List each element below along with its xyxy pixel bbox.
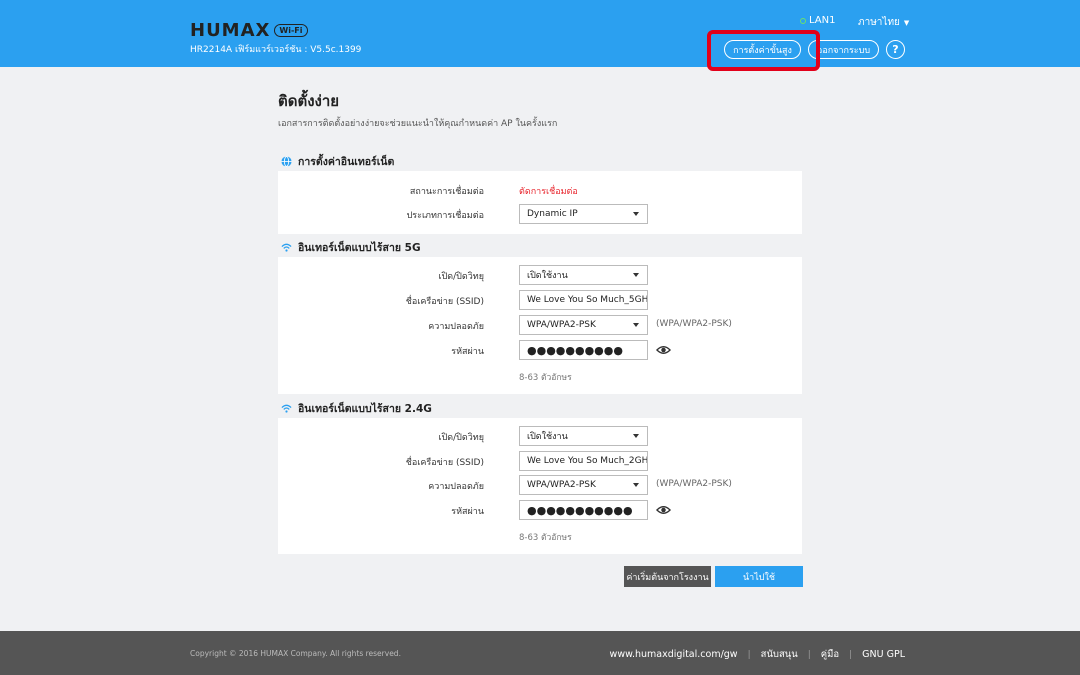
security-5g-label: ความปลอดภัย bbox=[428, 322, 484, 332]
factory-reset-button[interactable]: ค่าเริ่มต้นจากโรงงาน bbox=[624, 566, 711, 587]
password-24g-row: รหัสผ่าน ●●●●●●●●●●● bbox=[278, 500, 802, 520]
section-24g-label: อินเทอร์เน็ตแบบไร้สาย 2.4G bbox=[298, 403, 432, 415]
dropdown-arrow-icon bbox=[633, 483, 639, 487]
ssid-24g-input[interactable]: We Love You So Much_2GHz bbox=[519, 451, 648, 471]
wifi-5g-panel: เปิด/ปิดวิทยุ เปิดใช้งาน ชื่อเครือข่าย (… bbox=[278, 257, 802, 394]
humax-logo: HUMAX Wi-Fi bbox=[190, 20, 308, 41]
ssid-5g-row: ชื่อเครือข่าย (SSID) We Love You So Much… bbox=[278, 290, 802, 310]
dropdown-arrow-icon bbox=[633, 273, 639, 277]
security-24g-hint: (WPA/WPA2-PSK) bbox=[656, 479, 732, 489]
security-5g-value: WPA/WPA2-PSK bbox=[527, 320, 596, 330]
connection-status-value: ตัดการเชื่อมต่อ bbox=[519, 187, 578, 197]
section-24g-title: อินเทอร์เน็ตแบบไร้สาย 2.4G bbox=[281, 400, 432, 417]
internet-panel: สถานะการเชื่อมต่อ ตัดการเชื่อมต่อ ประเภท… bbox=[278, 171, 802, 234]
password-5g-note: 8-63 ตัวอักษร bbox=[519, 373, 572, 383]
page-description: เอกสารการติดตั้งอย่างง่ายจะช่วยแนะนำให้ค… bbox=[278, 119, 558, 129]
dropdown-arrow-icon bbox=[633, 323, 639, 327]
manual-link[interactable]: คู่มือ bbox=[821, 647, 839, 662]
radio-24g-row: เปิด/ปิดวิทยุ เปิดใช้งาน bbox=[278, 426, 802, 446]
radio-5g-row: เปิด/ปิดวิทยุ เปิดใช้งาน bbox=[278, 265, 802, 285]
connection-status-label: สถานะการเชื่อมต่อ bbox=[409, 187, 484, 197]
ssid-24g-label: ชื่อเครือข่าย (SSID) bbox=[405, 458, 484, 468]
wifi-icon bbox=[281, 243, 292, 252]
security-5g-select[interactable]: WPA/WPA2-PSK bbox=[519, 315, 648, 335]
footer-links: www.humaxdigital.com/gw | สนับสนุน | คู่… bbox=[610, 647, 905, 662]
password-24g-value: ●●●●●●●●●●● bbox=[527, 503, 633, 517]
lan-status-label: LAN1 bbox=[809, 15, 836, 26]
security-24g-select[interactable]: WPA/WPA2-PSK bbox=[519, 475, 648, 495]
brand-text: HUMAX bbox=[190, 20, 271, 41]
ssid-24g-row: ชื่อเครือข่าย (SSID) We Love You So Much… bbox=[278, 451, 802, 471]
connection-type-row: ประเภทการเชื่อมต่อ Dynamic IP bbox=[278, 204, 802, 224]
section-internet-title: การตั้งค่าอินเทอร์เน็ต bbox=[281, 153, 394, 170]
footer: Copyright © 2016 HUMAX Company. All righ… bbox=[0, 631, 1080, 675]
divider: | bbox=[747, 649, 751, 660]
password-5g-input[interactable]: ●●●●●●●●●● bbox=[519, 340, 648, 360]
section-5g-title: อินเทอร์เน็ตแบบไร้สาย 5G bbox=[281, 239, 421, 256]
radio-24g-value: เปิดใช้งาน bbox=[527, 432, 568, 442]
chevron-down-icon: ▼ bbox=[903, 18, 910, 27]
gpl-link[interactable]: GNU GPL bbox=[862, 649, 905, 660]
lan-status-icon bbox=[800, 17, 806, 24]
section-internet-label: การตั้งค่าอินเทอร์เน็ต bbox=[298, 156, 395, 168]
wifi-24g-panel: เปิด/ปิดวิทยุ เปิดใช้งาน ชื่อเครือข่าย (… bbox=[278, 418, 802, 554]
radio-5g-value: เปิดใช้งาน bbox=[527, 271, 568, 281]
radio-24g-label: เปิด/ปิดวิทยุ bbox=[438, 433, 484, 443]
radio-24g-select[interactable]: เปิดใช้งาน bbox=[519, 426, 648, 446]
ssid-5g-value: We Love You So Much_5GHz bbox=[527, 295, 648, 305]
globe-icon bbox=[281, 156, 292, 167]
security-5g-row: ความปลอดภัย WPA/WPA2-PSK (WPA/WPA2-PSK) bbox=[278, 315, 802, 335]
security-24g-row: ความปลอดภัย WPA/WPA2-PSK (WPA/WPA2-PSK) bbox=[278, 475, 802, 495]
radio-5g-select[interactable]: เปิดใช้งาน bbox=[519, 265, 648, 285]
eye-icon[interactable] bbox=[656, 343, 671, 357]
radio-5g-label: เปิด/ปิดวิทยุ bbox=[438, 272, 484, 282]
password-5g-row: รหัสผ่าน ●●●●●●●●●● bbox=[278, 340, 802, 360]
eye-icon[interactable] bbox=[656, 503, 671, 517]
divider: | bbox=[807, 649, 811, 660]
support-link[interactable]: สนับสนุน bbox=[761, 647, 798, 662]
security-24g-label: ความปลอดภัย bbox=[428, 482, 484, 492]
password-24g-note: 8-63 ตัวอักษร bbox=[519, 533, 572, 543]
password-5g-value: ●●●●●●●●●● bbox=[527, 343, 623, 357]
wifi-badge: Wi-Fi bbox=[274, 24, 308, 37]
ssid-24g-value: We Love You So Much_2GHz bbox=[527, 456, 648, 466]
top-header: HUMAX Wi-Fi HR2214A เฟิร์มแวร์เวอร์ชัน :… bbox=[0, 0, 1080, 67]
wifi-icon bbox=[281, 404, 292, 413]
dropdown-arrow-icon bbox=[633, 434, 639, 438]
page-title: ติดตั้งง่าย bbox=[278, 92, 340, 110]
password-5g-label: รหัสผ่าน bbox=[451, 347, 484, 357]
connection-status-row: สถานะการเชื่อมต่อ ตัดการเชื่อมต่อ bbox=[278, 180, 802, 200]
connection-type-value: Dynamic IP bbox=[527, 209, 578, 219]
website-link[interactable]: www.humaxdigital.com/gw bbox=[610, 649, 738, 660]
connection-type-label: ประเภทการเชื่อมต่อ bbox=[406, 211, 484, 221]
security-5g-hint: (WPA/WPA2-PSK) bbox=[656, 319, 732, 329]
ssid-5g-input[interactable]: We Love You So Much_5GHz bbox=[519, 290, 648, 310]
connection-type-select[interactable]: Dynamic IP bbox=[519, 204, 648, 224]
security-24g-value: WPA/WPA2-PSK bbox=[527, 480, 596, 490]
apply-button[interactable]: นำไปใช้ bbox=[715, 566, 803, 587]
help-button[interactable]: ? bbox=[886, 40, 905, 59]
ssid-5g-label: ชื่อเครือข่าย (SSID) bbox=[405, 297, 484, 307]
section-5g-label: อินเทอร์เน็ตแบบไร้สาย 5G bbox=[298, 242, 421, 254]
firmware-version: HR2214A เฟิร์มแวร์เวอร์ชัน : V5.5c.1399 bbox=[190, 45, 362, 55]
password-24g-label: รหัสผ่าน bbox=[451, 507, 484, 517]
highlight-box bbox=[707, 30, 820, 71]
language-selector[interactable]: ภาษาไทย ▼ bbox=[858, 15, 909, 30]
divider: | bbox=[849, 649, 853, 660]
dropdown-arrow-icon bbox=[633, 212, 639, 216]
copyright-text: Copyright © 2016 HUMAX Company. All righ… bbox=[190, 649, 401, 658]
language-label: ภาษาไทย bbox=[858, 17, 900, 28]
password-24g-input[interactable]: ●●●●●●●●●●● bbox=[519, 500, 648, 520]
lan-status: LAN1 bbox=[800, 15, 835, 26]
